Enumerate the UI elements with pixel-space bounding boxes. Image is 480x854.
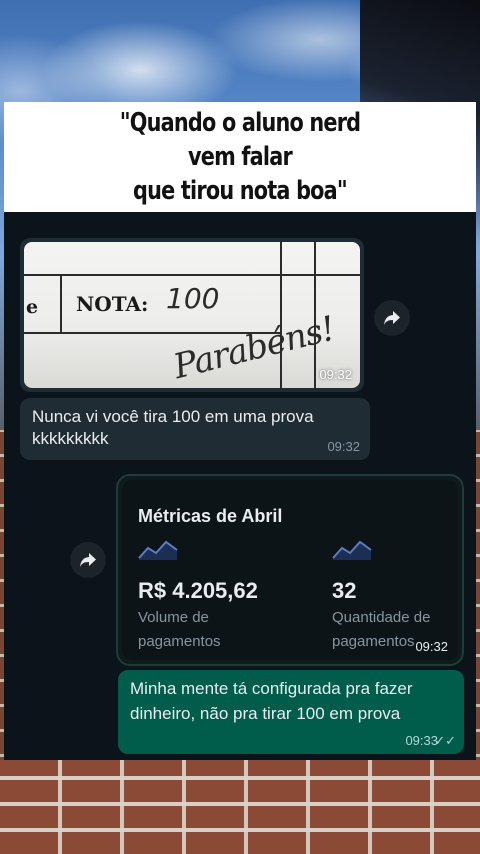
- forward-arrow-icon: [384, 311, 400, 325]
- outgoing-message-text: Minha mente tá configurada pra fazer din…: [130, 679, 413, 723]
- meme-caption: "Quando o aluno nerd vem falar que tirou…: [4, 102, 476, 212]
- payments-count-label: Quantidade de pagamentos: [332, 609, 431, 650]
- incoming-message-text: Nunca vi você tira 100 em uma prova kkkk…: [32, 407, 314, 448]
- caption-text: "Quando o aluno nerd vem falar que tirou…: [119, 108, 361, 206]
- chat-screenshot: e NOTA: 100 Parabéns! 09:32 Nunca vi voc…: [4, 212, 476, 760]
- payments-count-value: 32: [332, 578, 357, 603]
- incoming-message-bubble[interactable]: Nunca vi você tira 100 em uma prova kkkk…: [20, 398, 370, 460]
- sparkline-icon: [332, 540, 372, 560]
- paper-line: [60, 276, 62, 332]
- payments-volume-label: Volume de pagamentos: [138, 609, 221, 650]
- payments-volume-value: R$ 4.205,62: [138, 578, 258, 603]
- metrics-title: Métricas de Abril: [138, 506, 283, 526]
- nota-value: 100: [166, 282, 220, 315]
- forward-arrow-icon: [80, 553, 96, 567]
- paper-line: [280, 242, 282, 388]
- forward-button[interactable]: [70, 542, 106, 578]
- message-time: 09:33: [405, 733, 438, 748]
- message-time: 09:32: [415, 639, 448, 654]
- message-time: 09:32: [327, 439, 360, 454]
- metrics-card: Métricas de Abril R$ 4.205,62 Volume de …: [122, 480, 458, 660]
- message-time: 09:32: [319, 367, 352, 382]
- metrics-card-message[interactable]: Métricas de Abril R$ 4.205,62 Volume de …: [116, 474, 464, 666]
- image-message-bubble[interactable]: e NOTA: 100 Parabéns! 09:32: [20, 238, 364, 392]
- outgoing-message-bubble[interactable]: Minha mente tá configurada pra fazer din…: [118, 670, 464, 754]
- sparkline-icon: [138, 540, 178, 560]
- paper-line: [24, 274, 360, 276]
- exam-photo[interactable]: e NOTA: 100 Parabéns! 09:32: [24, 242, 360, 388]
- nota-label: NOTA:: [76, 292, 149, 316]
- paper-letter: e: [26, 296, 39, 318]
- read-receipt-icon: ✓✓: [434, 733, 456, 748]
- background-brick-wall-lower: [0, 760, 480, 854]
- forward-button[interactable]: [374, 300, 410, 336]
